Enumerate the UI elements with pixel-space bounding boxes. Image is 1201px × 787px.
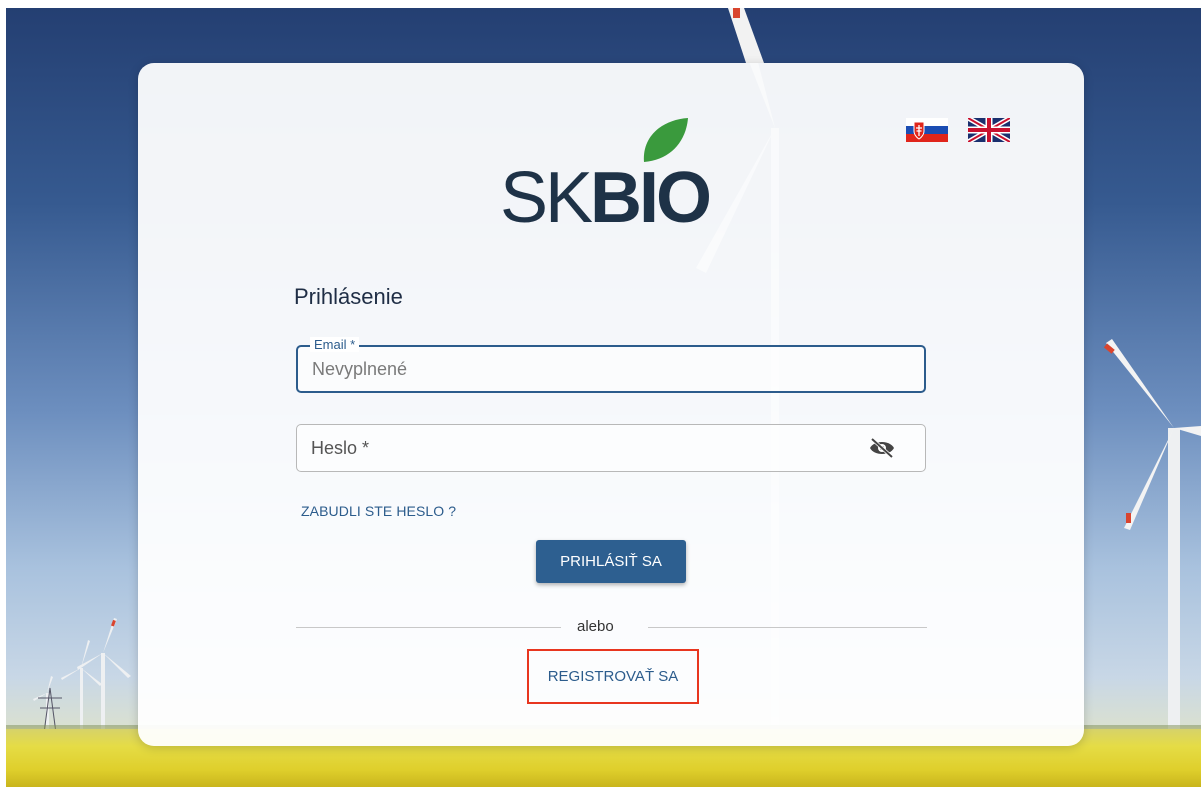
- email-field[interactable]: Email * Nevyplnené: [296, 337, 926, 393]
- skbio-logo: SKBIO: [500, 118, 730, 234]
- password-label: Heslo *: [311, 438, 370, 458]
- divider-right: [648, 627, 927, 628]
- password-field[interactable]: Heslo *: [296, 424, 926, 472]
- email-placeholder: Nevyplnené: [312, 359, 408, 379]
- login-button[interactable]: PRIHLÁSIŤ SA: [536, 540, 686, 583]
- forgot-password-link[interactable]: ZABUDLI STE HESLO ?: [301, 503, 456, 519]
- login-title: Prihlásenie: [294, 284, 403, 309]
- logo-text: SKBIO: [500, 162, 712, 234]
- logo-text-bio: BIO: [590, 158, 712, 238]
- leaf-icon: [643, 118, 688, 162]
- divider-text: alebo: [577, 618, 614, 635]
- logo-text-sk: SK: [500, 158, 593, 238]
- divider-left: [296, 627, 561, 628]
- register-button[interactable]: REGISTROVAŤ SA: [527, 649, 699, 704]
- uk-flag-icon[interactable]: [968, 118, 1010, 142]
- eye-off-icon[interactable]: [869, 437, 895, 459]
- slovakia-flag-icon[interactable]: [906, 118, 948, 142]
- email-label: Email *: [310, 337, 360, 352]
